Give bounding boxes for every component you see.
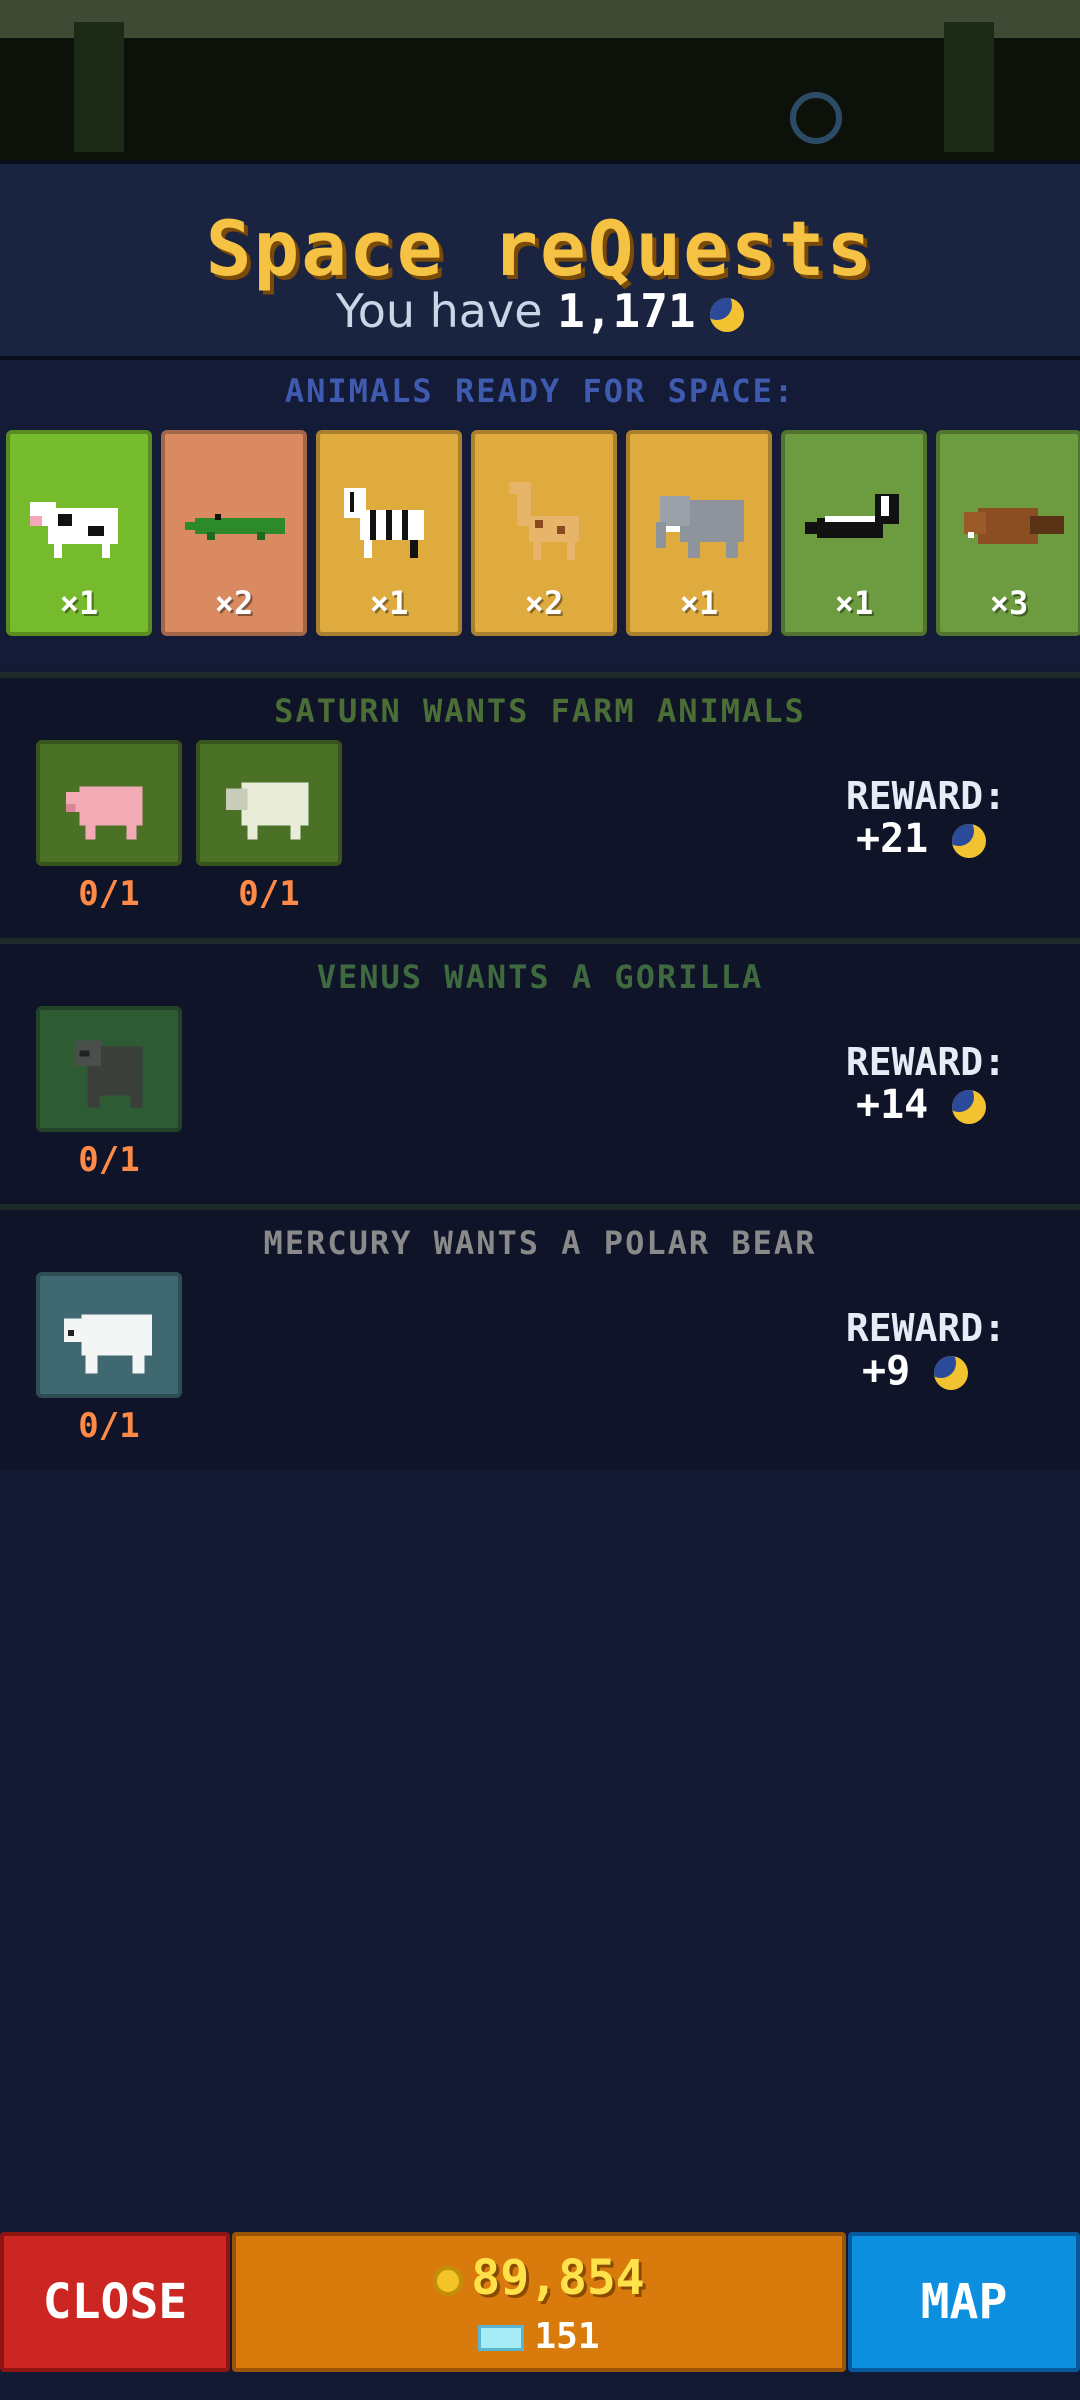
request-panel: MERCURY WANTS A POLAR BEAR 0/1 REWARD: +9 (0, 1204, 1080, 1470)
gem-icon (478, 2325, 525, 2351)
request-slot-polar-bear[interactable] (36, 1272, 182, 1398)
request-title: SATURN WANTS FARM ANIMALS (274, 692, 806, 730)
map-button[interactable]: MAP (848, 2232, 1080, 2372)
animal-count: ×1 (59, 584, 99, 622)
coin-icon (433, 2266, 464, 2296)
balance-line: You have 1,171 (0, 284, 1080, 338)
coin-balance: 89,854 (236, 2250, 842, 2306)
ring-icon (790, 92, 842, 144)
currency-panel: 89,854 151 (232, 2232, 846, 2372)
header: Space reQuests You have 1,171 (0, 160, 1080, 360)
elephant-icon (648, 482, 756, 562)
ready-card-crocodile[interactable]: ×2 (161, 430, 307, 636)
request-progress: 0/1 (78, 1140, 140, 1180)
reward-value-row: +14 (856, 1082, 987, 1128)
zebra-icon (338, 482, 446, 562)
balance-prefix: You have (335, 284, 543, 338)
animal-count: ×1 (834, 584, 874, 622)
giraffe-icon (493, 482, 601, 562)
reward-label: REWARD: (845, 774, 1006, 818)
page-title: Space reQuests (205, 204, 875, 293)
reward-value: +9 (862, 1348, 911, 1394)
reward-value: +14 (856, 1082, 929, 1128)
ready-card-elephant[interactable]: ×1 (626, 430, 772, 636)
crocodile-icon (183, 482, 291, 562)
animal-count: ×1 (369, 584, 409, 622)
game-scene-strip (0, 0, 1080, 160)
reward-label: REWARD: (845, 1040, 1006, 1084)
request-panel: VENUS WANTS A GORILLA 0/1 REWARD: +14 (0, 938, 1080, 1204)
moon-coin-icon (710, 297, 745, 332)
animal-count: ×2 (214, 584, 254, 622)
animal-count: ×1 (679, 584, 719, 622)
reward-value-row: +21 (856, 816, 987, 862)
cow-icon (28, 482, 136, 562)
beaver-icon (958, 482, 1066, 562)
ready-card-beaver[interactable]: ×3 (936, 430, 1080, 636)
ready-card-cow[interactable]: ×1 (6, 430, 152, 636)
gem-balance: 151 (236, 2316, 842, 2357)
ready-card-giraffe[interactable]: ×2 (471, 430, 617, 636)
ready-section: ANIMALS READY FOR SPACE: ×1 ×2 ×1 ×2 ×1 ×1 ×3 (0, 360, 1080, 670)
tree-trunk (74, 22, 124, 152)
ready-card-skunk[interactable]: ×1 (781, 430, 927, 636)
reward-value-row: +9 (862, 1348, 969, 1394)
request-progress: 0/1 (78, 1406, 140, 1446)
reward-value: +21 (856, 816, 929, 862)
skunk-icon (803, 482, 911, 562)
request-title: VENUS WANTS A GORILLA (316, 958, 764, 996)
bottom-bar: CLOSE 89,854 151 MAP (0, 2228, 1080, 2376)
request-progress: 0/1 (238, 874, 300, 914)
gorilla-icon (62, 1030, 164, 1110)
request-slot-sheep[interactable] (196, 740, 342, 866)
polar-bear-icon (62, 1296, 164, 1376)
request-progress: 0/1 (78, 874, 140, 914)
request-slot-pig[interactable] (36, 740, 182, 866)
gem-amount: 151 (534, 2316, 600, 2357)
balance-value: 1,171 (557, 284, 696, 338)
animal-count: ×2 (524, 584, 564, 622)
animal-count: ×3 (989, 584, 1029, 622)
moon-coin-icon (952, 1090, 987, 1124)
close-button[interactable]: CLOSE (0, 2232, 230, 2372)
coin-amount: 89,854 (471, 2250, 645, 2306)
request-panel: SATURN WANTS FARM ANIMALS 0/1 0/1 REWARD: +2… (0, 672, 1080, 938)
tree-trunk (944, 22, 994, 152)
reward-label: REWARD: (845, 1306, 1006, 1350)
request-title: MERCURY WANTS A POLAR BEAR (263, 1224, 817, 1262)
sheep-icon (222, 764, 324, 844)
moon-coin-icon (952, 824, 987, 858)
ready-section-title: ANIMALS READY FOR SPACE: (284, 372, 796, 410)
request-slot-gorilla[interactable] (36, 1006, 182, 1132)
pig-icon (62, 764, 164, 844)
status-bar (0, 0, 1080, 38)
moon-coin-icon (934, 1356, 969, 1390)
ready-card-zebra[interactable]: ×1 (316, 430, 462, 636)
